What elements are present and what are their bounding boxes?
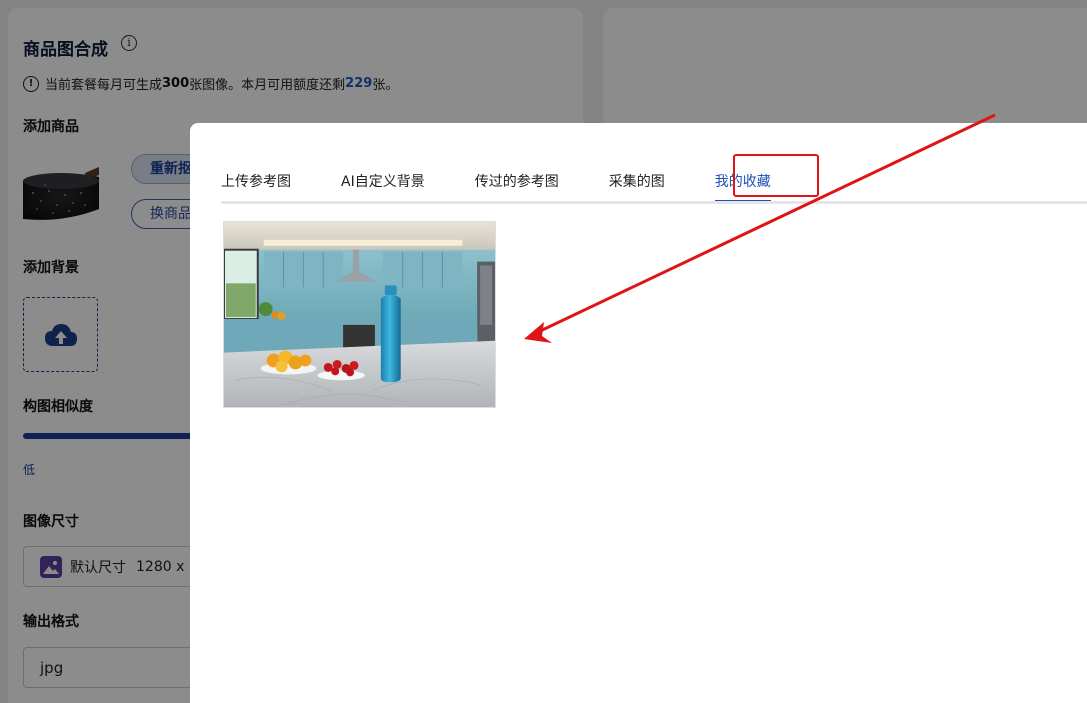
favorite-image-thumbnail[interactable] <box>223 221 496 408</box>
background-picker-modal: 上传参考图 AI自定义背景 传过的参考图 采集的图 我的收藏 <box>190 123 1087 703</box>
tab-divider <box>221 201 1087 204</box>
annotation-highlight-box <box>733 154 819 197</box>
